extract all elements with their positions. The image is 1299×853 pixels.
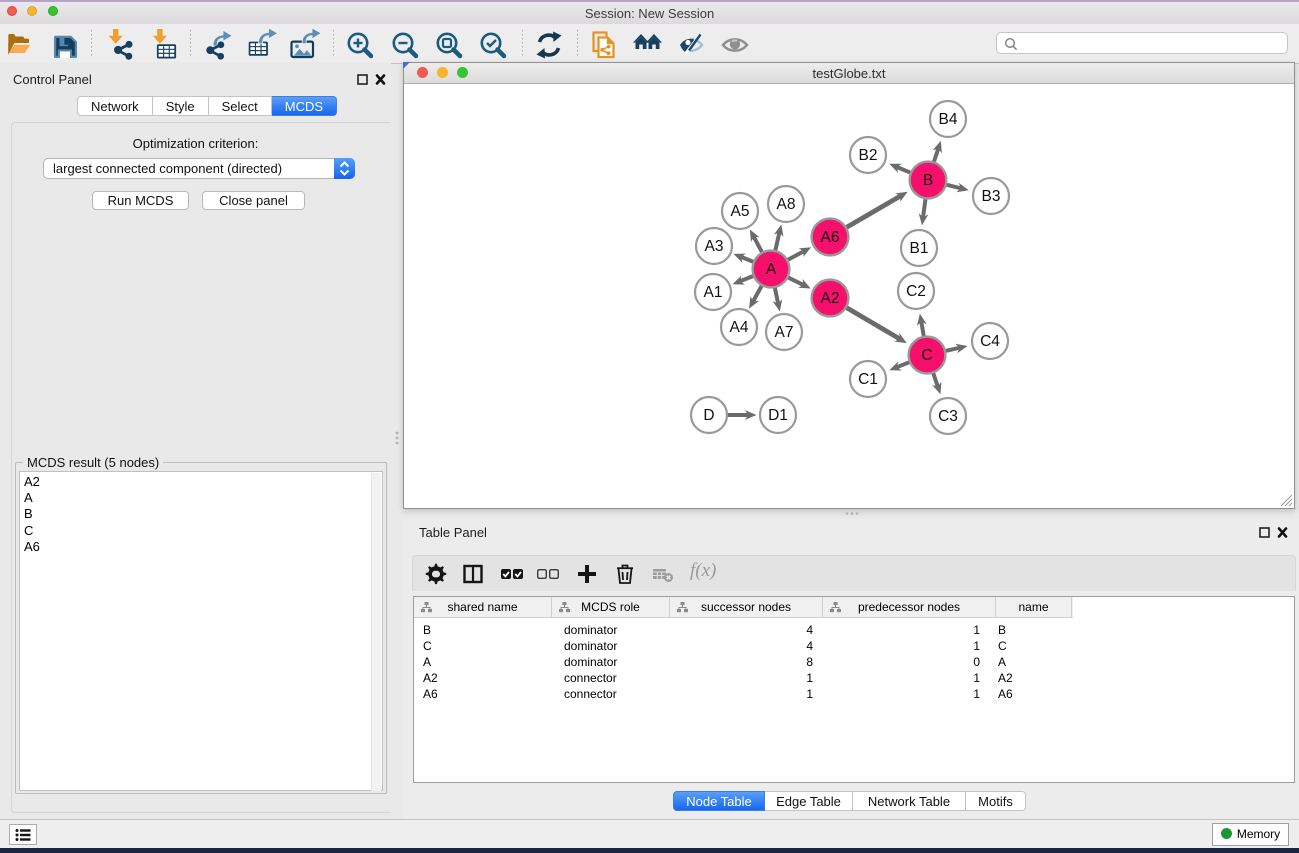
svg-text:C3: C3	[938, 408, 958, 425]
svg-text:A5: A5	[731, 203, 750, 220]
svg-text:C2: C2	[906, 283, 926, 300]
svg-text:A2: A2	[821, 290, 840, 307]
svg-text:D: D	[703, 407, 714, 424]
svg-text:C4: C4	[980, 333, 1000, 350]
svg-text:B: B	[923, 172, 933, 189]
svg-text:C1: C1	[858, 371, 878, 388]
svg-text:A8: A8	[777, 196, 796, 213]
svg-text:A4: A4	[730, 319, 749, 336]
svg-text:A6: A6	[821, 229, 840, 246]
svg-text:B1: B1	[910, 240, 929, 257]
svg-text:A7: A7	[775, 324, 794, 341]
svg-text:D1: D1	[768, 407, 788, 424]
svg-text:B4: B4	[939, 111, 958, 128]
svg-text:B2: B2	[859, 147, 878, 164]
svg-text:A3: A3	[705, 238, 724, 255]
svg-text:B3: B3	[982, 188, 1001, 205]
svg-text:A: A	[766, 261, 777, 278]
svg-text:C: C	[921, 347, 932, 364]
svg-text:A1: A1	[704, 284, 723, 301]
